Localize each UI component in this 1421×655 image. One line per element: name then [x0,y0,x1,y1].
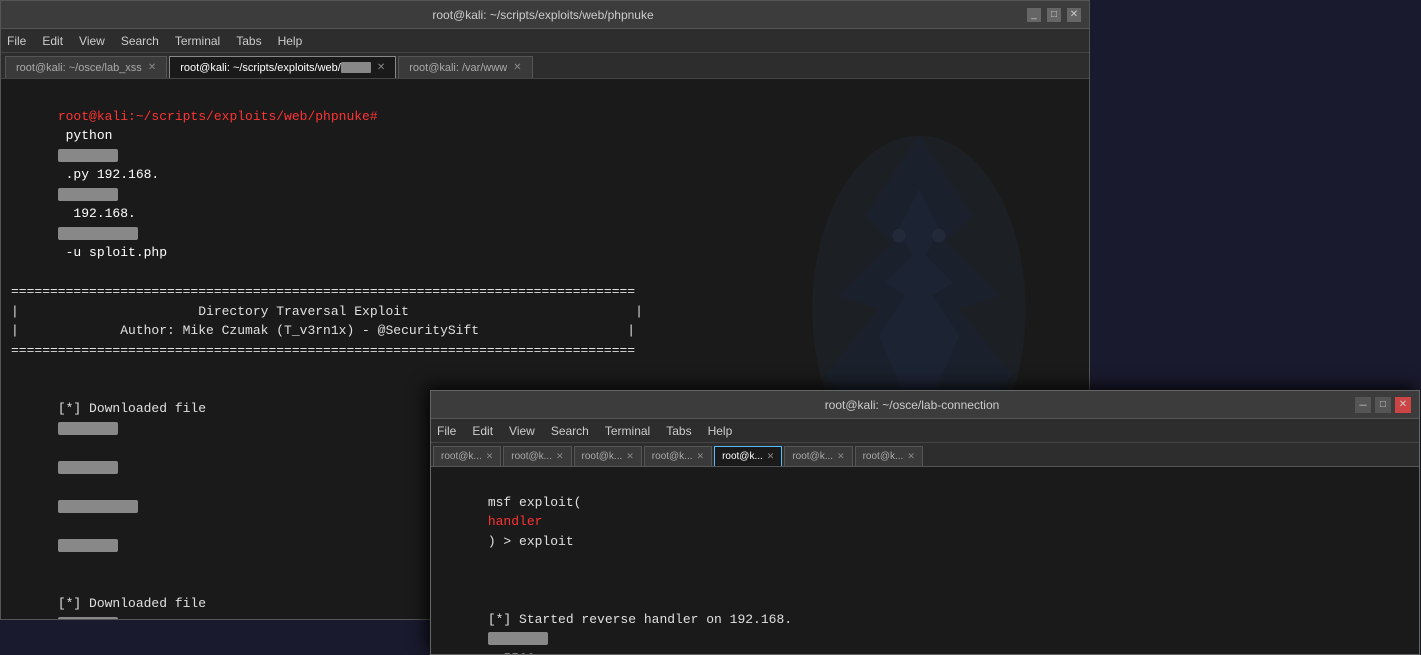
overlay-terminal: root@kali: ~/osce/lab-connection － □ ✕ F… [430,390,1420,655]
overlay-menu-terminal[interactable]: Terminal [605,424,650,438]
minimize-button[interactable]: _ [1027,8,1041,22]
tab-close-icon[interactable]: ✕ [767,451,775,462]
tab-close-icon[interactable]: ✕ [907,451,915,462]
redacted-2 [58,188,118,201]
menu-file[interactable]: File [7,34,26,48]
overlay-tab-4[interactable]: root@k... ✕ [644,446,712,466]
overlay-tab-5[interactable]: root@k... ✕ [714,446,782,466]
tab-label: root@kali: ~/scripts/exploits/web/ [180,62,341,74]
tab-phpnuke[interactable]: root@kali: ~/scripts/exploits/web/ ✕ [169,56,396,78]
tab-label: root@kali: /var/www [409,62,507,74]
overlay-menu-edit[interactable]: Edit [472,424,493,438]
main-titlebar-controls: _ □ ✕ [1027,8,1081,22]
overlay-tab-bar: root@k... ✕ root@k... ✕ root@k... ✕ root… [431,443,1419,467]
tab-lab-xss[interactable]: root@kali: ~/osce/lab_xss ✕ [5,56,167,78]
r5 [58,461,118,474]
overlay-tab-7[interactable]: root@k... ✕ [855,446,923,466]
r4 [58,422,118,435]
overlay-menu-view[interactable]: View [509,424,535,438]
overlay-title: root@kali: ~/osce/lab-connection [469,398,1355,412]
ro1 [488,632,548,645]
tab-close-icon[interactable]: ✕ [626,451,634,462]
tab-label: root@k... [792,451,833,462]
tab-close-active-icon[interactable]: ✕ [377,62,385,73]
r6 [58,500,138,513]
tab-var-www[interactable]: root@kali: /var/www ✕ [398,56,532,78]
divider-2: ========================================… [11,341,1079,361]
redacted-1 [58,149,118,162]
overlay-terminal-content: msf exploit( handler ) > exploit [*] Sta… [431,467,1419,654]
overlay-controls: － □ ✕ [1355,397,1411,413]
menu-terminal[interactable]: Terminal [175,34,220,48]
banner-line-2: | Author: Mike Czumak (T_v3rn1x) - @Secu… [11,321,1079,341]
redacted-3 [58,227,138,240]
main-tab-bar: root@kali: ~/osce/lab_xss ✕ root@kali: ~… [1,53,1089,79]
tab-close-www-icon[interactable]: ✕ [513,62,521,73]
menu-view[interactable]: View [79,34,105,48]
tab-close-icon[interactable]: ✕ [148,62,156,73]
menu-tabs[interactable]: Tabs [236,34,261,48]
tab-close-icon[interactable]: ✕ [837,451,845,462]
menu-search[interactable]: Search [121,34,159,48]
tab-label: root@k... [722,451,763,462]
tab-close-icon[interactable]: ✕ [556,451,564,462]
blank-1 [11,360,1079,380]
tab-close-icon[interactable]: ✕ [486,451,494,462]
r7 [58,539,118,552]
maximize-button[interactable]: □ [1047,8,1061,22]
divider-1: ========================================… [11,282,1079,302]
menu-edit[interactable]: Edit [42,34,63,48]
r8 [58,617,118,619]
tab-label: root@k... [652,451,693,462]
overlay-menu-help[interactable]: Help [708,424,733,438]
overlay-menubar: File Edit View Search Terminal Tabs Help [431,419,1419,443]
overlay-close-button[interactable]: ✕ [1395,397,1411,413]
tab-label: root@k... [511,451,552,462]
prompt-line: root@kali:~/scripts/exploits/web/phpnuke… [11,87,1079,282]
overlay-tab-1[interactable]: root@k... ✕ [433,446,501,466]
banner-line-1: | Directory Traversal Exploit | [11,302,1079,322]
tab-label: root@k... [441,451,482,462]
blank-o1 [441,571,1409,591]
overlay-tab-3[interactable]: root@k... ✕ [574,446,642,466]
main-title: root@kali: ~/scripts/exploits/web/phpnuk… [59,8,1027,22]
overlay-minimize-button[interactable]: － [1355,397,1371,413]
started-handler: [*] Started reverse handler on 192.168. … [441,590,1409,654]
main-titlebar: root@kali: ~/scripts/exploits/web/phpnuk… [1,1,1089,29]
tab-label: root@k... [582,451,623,462]
tab-label: root@k... [863,451,904,462]
overlay-menu-tabs[interactable]: Tabs [666,424,691,438]
overlay-tab-6[interactable]: root@k... ✕ [784,446,852,466]
main-menubar: File Edit View Search Terminal Tabs Help [1,29,1089,53]
tab-label: root@kali: ~/osce/lab_xss [16,62,142,74]
overlay-titlebar: root@kali: ~/osce/lab-connection － □ ✕ [431,391,1419,419]
exploit-prompt: msf exploit( handler ) > exploit [441,473,1409,571]
tab-close-icon[interactable]: ✕ [697,451,705,462]
menu-help[interactable]: Help [278,34,303,48]
overlay-maximize-button[interactable]: □ [1375,397,1391,413]
close-button[interactable]: ✕ [1067,8,1081,22]
overlay-menu-file[interactable]: File [437,424,456,438]
overlay-menu-search[interactable]: Search [551,424,589,438]
overlay-tab-2[interactable]: root@k... ✕ [503,446,571,466]
